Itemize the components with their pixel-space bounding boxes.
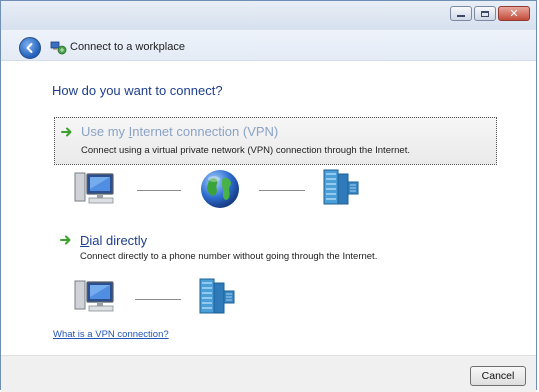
dialog-window: ✕ Connect to a workplace How do you want… (0, 0, 537, 392)
connection-line (135, 299, 181, 300)
globe-icon (201, 170, 239, 208)
network-wizard-icon (50, 41, 67, 55)
close-button[interactable]: ✕ (498, 6, 530, 21)
option-dial-directly[interactable]: Dial directly Connect directly to a phon… (54, 229, 497, 265)
close-icon: ✕ (509, 7, 519, 20)
option-description: Connect using a virtual private network … (81, 145, 410, 156)
cancel-button[interactable]: Cancel (470, 366, 526, 386)
page-question: How do you want to connect? (52, 83, 223, 98)
title-bar[interactable]: ✕ (1, 1, 536, 31)
computer-icon (74, 172, 114, 204)
connection-line (137, 190, 181, 191)
minimize-icon (457, 15, 465, 17)
connection-line (259, 190, 305, 191)
back-button[interactable] (19, 37, 41, 59)
option-description: Connect directly to a phone number witho… (80, 251, 378, 262)
computer-icon (74, 280, 114, 312)
minimize-button[interactable] (450, 6, 472, 21)
maximize-icon (481, 10, 489, 17)
window-controls: ✕ (450, 6, 530, 21)
option-title: Dial directly (80, 233, 148, 248)
window-title: Connect to a workplace (70, 41, 185, 53)
dialog-footer: Cancel (1, 355, 536, 392)
option-title: Use my Internet connection (VPN) (81, 124, 279, 139)
green-arrow-icon (61, 127, 72, 137)
maximize-button[interactable] (474, 6, 496, 21)
back-arrow-icon (26, 43, 33, 53)
server-icon (199, 278, 235, 314)
vpn-help-link[interactable]: What is a VPN connection? (53, 329, 169, 340)
green-arrow-icon (60, 235, 71, 245)
server-icon (323, 169, 359, 205)
option-use-internet-vpn[interactable]: Use my Internet connection (VPN) Connect… (54, 117, 497, 165)
